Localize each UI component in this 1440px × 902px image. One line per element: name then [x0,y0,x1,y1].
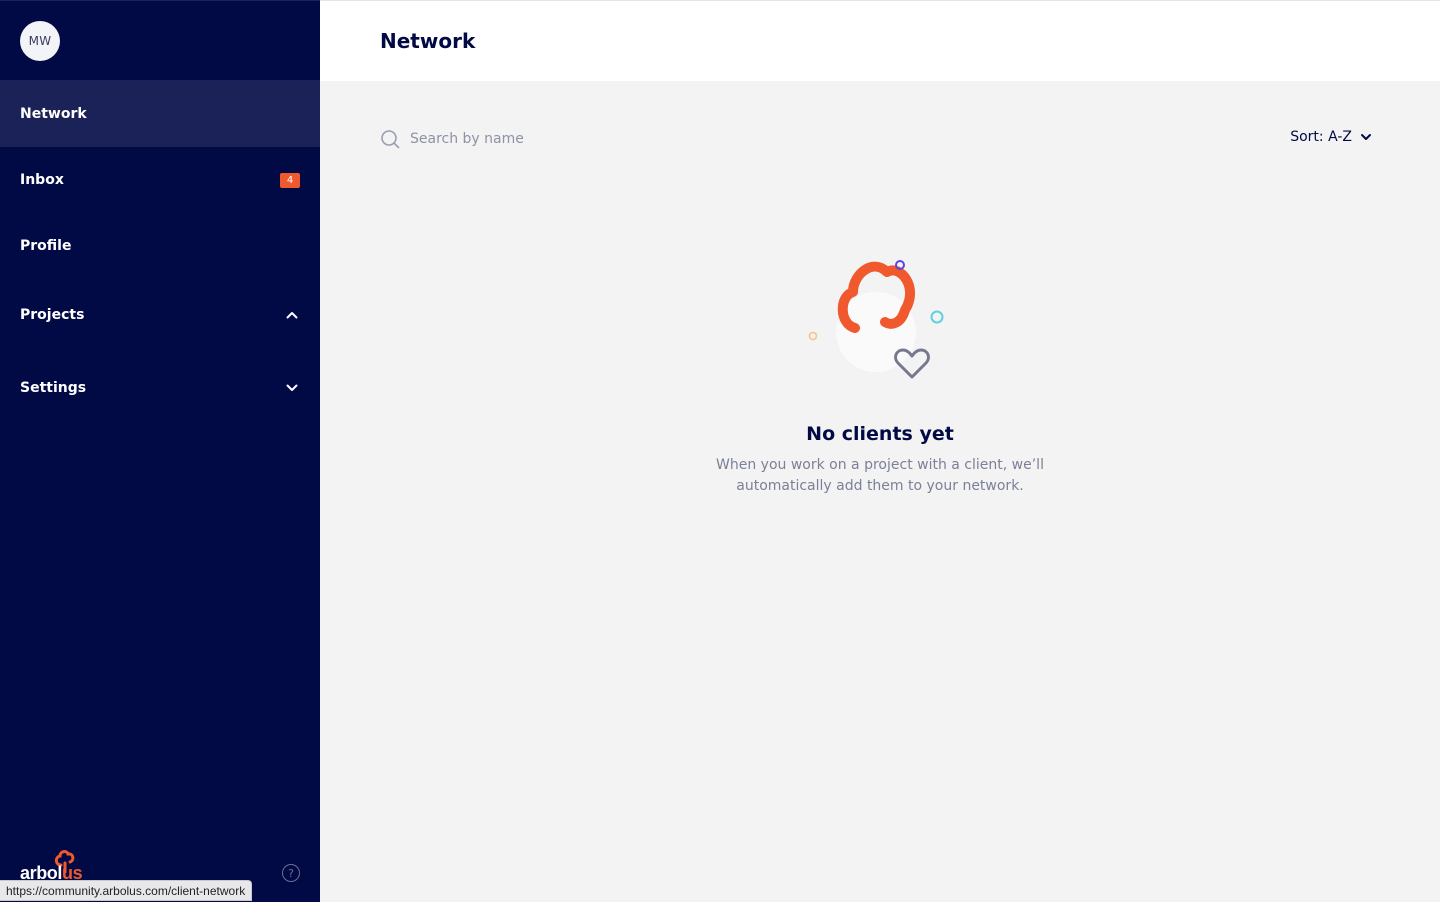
search-input[interactable] [410,131,710,147]
sidebar-item-profile[interactable]: Profile [0,213,320,279]
sidebar-item-label: Settings [20,380,87,396]
avatar[interactable]: MW [20,20,60,61]
empty-state-illustration [805,250,955,385]
chevron-up-icon[interactable] [285,308,299,322]
empty-state-description: When you work on a project with a client… [320,455,1440,497]
toolbar: Sort: A-Z [320,81,1440,196]
sidebar-item-label: Inbox [20,172,64,188]
empty-state-line-2: automatically add them to your network. [736,478,1024,494]
status-bar-url: https://community.arbolus.com/client-net… [0,880,253,901]
sort-dropdown[interactable]: Sort: A-Z [1290,129,1372,145]
sidebar-item-label: Projects [20,307,85,323]
sidebar: MW Network Inbox 4 Profile Projects Sett… [0,0,320,902]
chevron-down-icon[interactable] [285,381,299,395]
arbolus-logo[interactable]: arbolus [20,850,90,883]
main-content: Network Sort: A-Z [320,0,1440,902]
sidebar-item-label: Network [20,106,87,122]
page-header: Network [320,0,1440,81]
empty-state: No clients yet When you work on a projec… [320,250,1440,497]
page-title: Network [380,29,476,53]
avatar-area: MW [0,1,320,81]
help-icon[interactable]: ? [282,864,300,882]
empty-state-title: No clients yet [806,423,954,445]
chevron-down-icon [1361,134,1371,140]
sidebar-item-inbox[interactable]: Inbox 4 [0,147,320,213]
sidebar-item-label: Profile [20,238,72,254]
sort-label: Sort: A-Z [1290,129,1352,145]
sidebar-item-settings[interactable]: Settings [0,351,320,425]
empty-state-line-1: When you work on a project with a client… [716,457,1044,473]
sidebar-item-network[interactable]: Network [0,81,320,147]
search-bar [380,129,710,149]
inbox-count-badge: 4 [280,172,300,188]
sidebar-item-projects[interactable]: Projects [0,279,320,351]
search-icon [381,130,400,149]
sidebar-nav: Network Inbox 4 Profile Projects Setting… [0,81,320,425]
